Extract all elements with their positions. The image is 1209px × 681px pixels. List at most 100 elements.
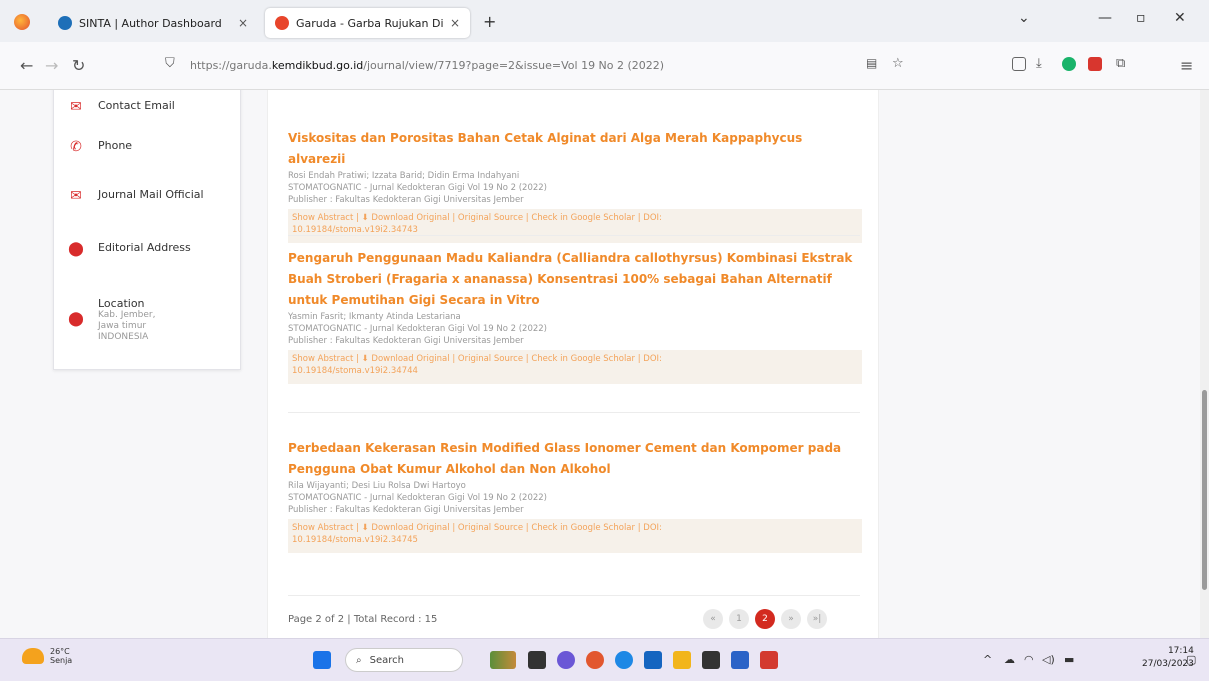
phone-icon: ✆ [70, 139, 82, 155]
pagination-page-1[interactable]: 1 [729, 609, 749, 629]
phone-item[interactable]: ✆ Phone [68, 139, 132, 155]
location-line: Jawa timur [98, 321, 147, 331]
volume-icon[interactable]: ◁) [1042, 653, 1055, 666]
extensions-icon[interactable]: ⧉ [1116, 56, 1125, 71]
url-host: kemdikbud.go.id [271, 58, 364, 72]
word-icon[interactable] [731, 651, 749, 669]
weather-icon [22, 648, 44, 664]
new-tab-button[interactable]: + [483, 12, 496, 31]
windows-start-icon[interactable] [313, 651, 331, 669]
forward-icon[interactable]: → [45, 56, 58, 75]
notifications-icon[interactable]: ▢ [1186, 653, 1196, 666]
maximize-button[interactable]: ▫ [1136, 10, 1146, 26]
browser-tab-bar: SINTA | Author Dashboard × Garuda - Garb… [0, 0, 1209, 42]
article-divider [288, 412, 860, 413]
extension-icon[interactable] [1062, 57, 1076, 71]
search-label: Search [369, 654, 404, 666]
reader-view-icon[interactable]: ▤ [866, 56, 877, 70]
battery-icon[interactable]: ▬ [1064, 653, 1074, 666]
shield-icon[interactable]: ⛉ [165, 56, 175, 71]
wifi-icon[interactable]: ◠ [1024, 653, 1034, 666]
garuda-favicon-icon [275, 16, 289, 30]
location-item: ⬤ Location Kab. Jember, Jawa timur INDON… [68, 297, 155, 343]
taskbar-search-box[interactable]: ⌕ Search [345, 648, 463, 672]
weather-widget[interactable]: 26°C Senja [22, 647, 72, 665]
edge-taskbar-icon[interactable] [615, 651, 633, 669]
article-title-link[interactable]: Viskositas dan Porositas Bahan Cetak Alg… [288, 128, 862, 170]
reload-icon[interactable]: ↻ [72, 56, 85, 75]
tab-list-chevron-icon[interactable]: ⌄ [1018, 10, 1030, 26]
journal-mail-label: Journal Mail Official [98, 188, 204, 201]
pdf-viewer-icon[interactable] [760, 651, 778, 669]
article-journal[interactable]: STOMATOGNATIC - Jurnal Kedokteran Gigi V… [288, 492, 862, 504]
article-item: Perbedaan Kekerasan Resin Modified Glass… [288, 438, 862, 553]
article-action-links[interactable]: Show Abstract | ⬇ Download Original | Or… [292, 522, 858, 534]
location-icon: ⬤ [68, 311, 84, 327]
pagination-next-button[interactable]: » [781, 609, 801, 629]
page-content: ✉ Contact Email ✆ Phone ✉ Journal Mail O… [0, 90, 1200, 638]
page-scrollbar[interactable] [1200, 90, 1209, 638]
menu-icon[interactable]: ≡ [1180, 56, 1193, 75]
editorial-address-label: Editorial Address [98, 241, 191, 254]
article-action-links[interactable]: Show Abstract | ⬇ Download Original | Or… [292, 353, 858, 365]
article-links-bar: Show Abstract | ⬇ Download Original | Or… [288, 519, 862, 553]
chat-icon[interactable] [557, 651, 575, 669]
article-divider [288, 595, 860, 596]
task-view-icon[interactable] [528, 651, 546, 669]
article-item: Pengaruh Penggunaan Madu Kaliandra (Call… [288, 248, 862, 384]
mail-icon: ✉ [70, 188, 82, 204]
location-icon: ⬤ [68, 241, 84, 257]
back-icon[interactable]: ← [20, 56, 33, 75]
article-journal[interactable]: STOMATOGNATIC - Jurnal Kedokteran Gigi V… [288, 182, 862, 194]
tray-chevron-icon[interactable]: ^ [983, 653, 992, 666]
pagination-summary: Page 2 of 2 | Total Record : 15 [288, 614, 438, 625]
contact-email-item[interactable]: ✉ Contact Email [68, 99, 175, 115]
article-doi-link[interactable]: 10.19184/stoma.v19i2.34744 [292, 365, 858, 377]
article-links-bar: Show Abstract | ⬇ Download Original | Or… [288, 209, 862, 243]
minimize-button[interactable]: — [1098, 10, 1112, 26]
pocket-icon[interactable] [1012, 57, 1026, 71]
article-authors: Yasmin Fasrit; Ikmanty Atinda Lestariana [288, 312, 461, 322]
journal-mail-item[interactable]: ✉ Journal Mail Official [68, 188, 204, 204]
article-doi-link[interactable]: 10.19184/stoma.v19i2.34745 [292, 534, 858, 546]
download-icon[interactable]: ⤓ [1036, 56, 1042, 71]
pagination-prev-button[interactable]: « [703, 609, 723, 629]
article-title-link[interactable]: Pengaruh Penggunaan Madu Kaliandra (Call… [288, 248, 862, 311]
close-tab-icon[interactable]: × [238, 16, 248, 30]
pdf-extension-icon[interactable] [1088, 57, 1102, 71]
pagination-page-2[interactable]: 2 [755, 609, 775, 629]
journal-contact-card: ✉ Contact Email ✆ Phone ✉ Journal Mail O… [53, 90, 241, 370]
file-explorer-icon[interactable] [673, 651, 691, 669]
article-item: Viskositas dan Porositas Bahan Cetak Alg… [288, 128, 862, 243]
firefox-logo-icon[interactable] [14, 14, 30, 30]
dropbox-icon[interactable] [702, 651, 720, 669]
cloud-icon[interactable]: ☁ [1004, 653, 1015, 666]
scrollbar-thumb[interactable] [1202, 390, 1207, 590]
close-window-button[interactable]: ✕ [1174, 10, 1186, 26]
close-tab-icon[interactable]: × [450, 16, 460, 30]
article-action-links[interactable]: Show Abstract | ⬇ Download Original | Or… [292, 212, 858, 224]
article-links-bar: Show Abstract | ⬇ Download Original | Or… [288, 350, 862, 384]
tab-label: Garuda - Garba Rujukan Digital [296, 16, 444, 30]
url-prefix: https://garuda. [190, 58, 272, 72]
location-label: Location [98, 297, 145, 310]
mail-taskbar-icon[interactable] [644, 651, 662, 669]
location-line: INDONESIA [98, 332, 149, 342]
sinta-favicon-icon [58, 16, 72, 30]
tab-label: SINTA | Author Dashboard [79, 16, 222, 30]
article-journal[interactable]: STOMATOGNATIC - Jurnal Kedokteran Gigi V… [288, 323, 862, 335]
pagination-last-button[interactable]: »| [807, 609, 827, 629]
url-bar[interactable]: https://garuda. kemdikbud.go.id /journal… [190, 52, 910, 78]
article-list: Viskositas dan Porositas Bahan Cetak Alg… [267, 90, 879, 638]
mail-icon: ✉ [70, 99, 82, 115]
tab-garuda[interactable]: Garuda - Garba Rujukan Digital × [265, 8, 470, 38]
contact-email-label: Contact Email [98, 99, 175, 112]
editorial-address-item[interactable]: ⬤ Editorial Address [68, 241, 191, 257]
widgets-icon[interactable] [490, 651, 516, 669]
firefox-taskbar-icon[interactable] [586, 651, 604, 669]
weather-condition: Senja [50, 656, 73, 665]
tab-sinta[interactable]: SINTA | Author Dashboard × [48, 8, 258, 38]
bookmark-star-icon[interactable]: ☆ [892, 56, 904, 71]
article-title-link[interactable]: Perbedaan Kekerasan Resin Modified Glass… [288, 438, 862, 480]
article-publisher: Publisher : Fakultas Kedokteran Gigi Uni… [288, 195, 524, 205]
